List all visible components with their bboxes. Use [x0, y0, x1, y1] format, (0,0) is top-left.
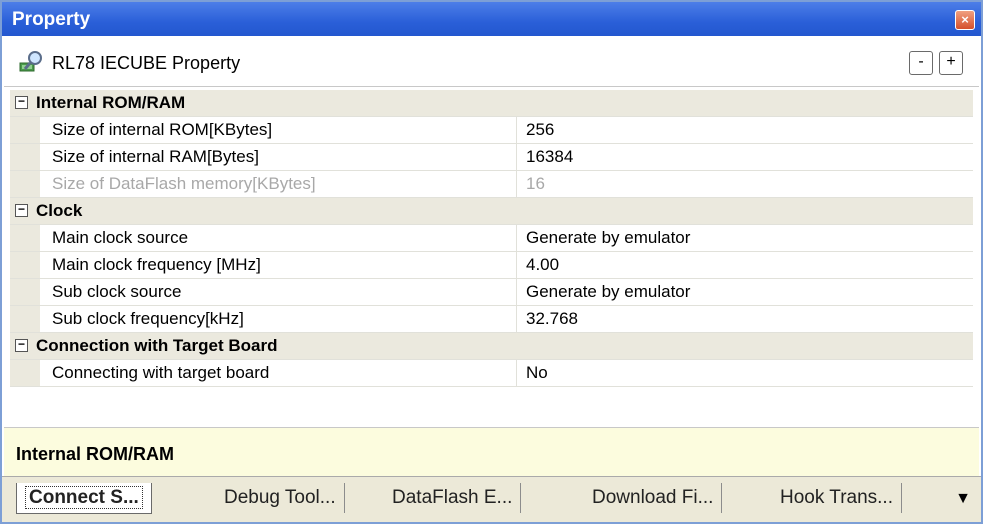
tab-dataflash-emulation[interactable]: DataFlash E...: [384, 483, 522, 513]
tab-hook-transaction-settings[interactable]: Hook Trans...: [772, 483, 902, 513]
column-divider: [516, 252, 517, 278]
collapse-toggle-icon[interactable]: −: [15, 338, 28, 352]
category-internal-rom-ram[interactable]: − Internal ROM/RAM: [10, 90, 973, 117]
category-label: Internal ROM/RAM: [36, 93, 186, 112]
property-name: Sub clock frequency[kHz]: [52, 309, 244, 328]
collapse-all-button[interactable]: -: [909, 51, 933, 75]
column-divider: [516, 171, 517, 197]
tab-label: Download Fi...: [592, 487, 714, 508]
row-indent: [10, 117, 40, 143]
column-divider: [516, 144, 517, 170]
property-row-disabled: Size of DataFlash memory[KBytes] 16: [10, 171, 973, 198]
tab-overflow-menu-icon[interactable]: ▼: [955, 490, 971, 508]
row-indent: [10, 252, 40, 278]
collapse-toggle-icon[interactable]: −: [15, 95, 28, 109]
property-row[interactable]: Main clock source Generate by emulator: [10, 225, 973, 252]
row-indent: [10, 144, 40, 170]
close-icon[interactable]: ×: [955, 10, 975, 30]
property-row[interactable]: Size of internal ROM[KBytes] 256: [10, 117, 973, 144]
tab-label: DataFlash E...: [392, 487, 513, 508]
category-label: Connection with Target Board: [36, 336, 278, 355]
description-panel: Internal ROM/RAM: [4, 427, 979, 480]
row-indent: [10, 225, 40, 251]
row-indent: [10, 360, 40, 386]
row-indent: [10, 306, 40, 332]
panel-title: Property: [12, 9, 91, 30]
property-value[interactable]: Generate by emulator: [526, 228, 690, 248]
tab-connect-settings[interactable]: Connect S...: [16, 483, 152, 514]
property-value[interactable]: 16384: [526, 147, 573, 167]
property-row[interactable]: Sub clock source Generate by emulator: [10, 279, 973, 306]
property-value: 16: [526, 174, 545, 193]
title-bar: Property ×: [2, 2, 981, 36]
tab-debug-tool-settings[interactable]: Debug Tool...: [216, 483, 345, 513]
property-name: Main clock source: [52, 228, 189, 247]
property-panel: Property × RL78 IECUBE Property - + − In…: [0, 0, 983, 524]
property-header: RL78 IECUBE Property - +: [4, 38, 979, 87]
property-row[interactable]: Main clock frequency [MHz] 4.00: [10, 252, 973, 279]
tab-label: Hook Trans...: [780, 487, 893, 508]
property-name: Size of internal ROM[KBytes]: [52, 120, 273, 139]
category-clock[interactable]: − Clock: [10, 198, 973, 225]
description-title: Internal ROM/RAM: [16, 444, 175, 464]
property-grid: − Internal ROM/RAM Size of internal ROM[…: [10, 90, 973, 387]
row-indent: [10, 171, 40, 197]
property-name: Main clock frequency [MHz]: [52, 255, 261, 274]
property-value[interactable]: 32.768: [526, 309, 578, 329]
property-row[interactable]: Sub clock frequency[kHz] 32.768: [10, 306, 973, 333]
property-value[interactable]: 4.00: [526, 255, 559, 275]
tab-bar: Connect S... Debug Tool... DataFlash E..…: [2, 476, 981, 522]
property-row[interactable]: Connecting with target board No: [10, 360, 973, 387]
property-magnifier-icon: [19, 51, 42, 72]
collapse-toggle-icon[interactable]: −: [15, 203, 28, 217]
property-name: Size of DataFlash memory[KBytes]: [52, 174, 316, 193]
column-divider: [516, 117, 517, 143]
tab-download-file-settings[interactable]: Download Fi...: [584, 483, 723, 513]
column-divider: [516, 225, 517, 251]
property-name: Size of internal RAM[Bytes]: [52, 147, 259, 166]
property-name: Sub clock source: [52, 282, 182, 301]
property-value[interactable]: 256: [526, 120, 554, 140]
property-name: Connecting with target board: [52, 363, 270, 382]
expand-all-button[interactable]: +: [939, 51, 963, 75]
tab-label: Debug Tool...: [224, 487, 336, 508]
category-connection-with-target-board[interactable]: − Connection with Target Board: [10, 333, 973, 360]
row-indent: [10, 279, 40, 305]
property-header-label: RL78 IECUBE Property: [52, 53, 241, 73]
tab-label: Connect S...: [25, 486, 143, 509]
column-divider: [516, 360, 517, 386]
property-value[interactable]: No: [526, 363, 548, 383]
column-divider: [516, 306, 517, 332]
category-label: Clock: [36, 201, 83, 220]
property-row[interactable]: Size of internal RAM[Bytes] 16384: [10, 144, 973, 171]
property-value[interactable]: Generate by emulator: [526, 282, 690, 302]
column-divider: [516, 279, 517, 305]
